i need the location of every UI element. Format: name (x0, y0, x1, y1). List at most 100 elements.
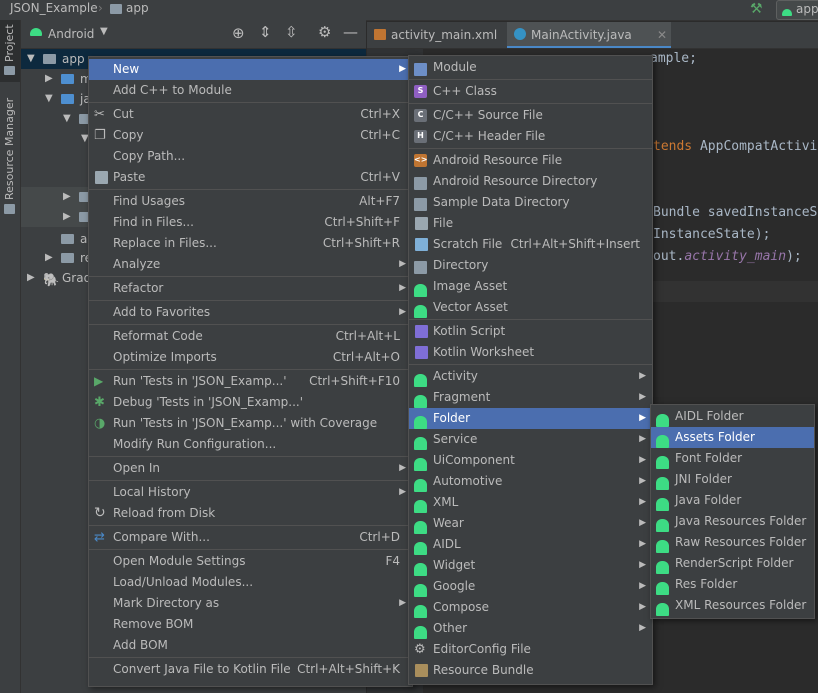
menu-item-reload-from-disk[interactable]: ↻ Reload from Disk (89, 503, 412, 524)
run-config-selector[interactable]: app (776, 0, 818, 20)
breadcrumb-project[interactable]: JSON_Example (10, 1, 98, 15)
gear-icon[interactable]: ⚙ (318, 23, 331, 41)
menu-separator (89, 324, 412, 325)
menu-item-debug-tests-in-json-examp[interactable]: ✱ Debug 'Tests in 'JSON_Examp...' (89, 392, 412, 413)
menu-item-xml[interactable]: XML ▶ (409, 492, 652, 513)
menu-item-directory[interactable]: Directory (409, 255, 652, 276)
menu-item-find-usages[interactable]: Find Usages Alt+F7 (89, 191, 412, 212)
menu-item-scratch-file[interactable]: Scratch File Ctrl+Alt+Shift+Insert (409, 234, 652, 255)
project-view-selector[interactable]: Android (48, 27, 94, 41)
menu-item-reformat-code[interactable]: Reformat Code Ctrl+Alt+L (89, 326, 412, 347)
menu-item-remove-bom[interactable]: Remove BOM (89, 614, 412, 635)
menu-item-widget[interactable]: Widget ▶ (409, 555, 652, 576)
menu-item-analyze[interactable]: Analyze ▶ (89, 254, 412, 275)
menu-item-renderscript-folder[interactable]: RenderScript Folder (651, 553, 814, 574)
menu-item-copy-path[interactable]: Copy Path... (89, 146, 412, 167)
menu-item-fragment[interactable]: Fragment ▶ (409, 387, 652, 408)
menu-item-add-to-favorites[interactable]: Add to Favorites ▶ (89, 302, 412, 323)
compare-icon: ⇄ (94, 530, 105, 545)
menu-item-xml-resources-folder[interactable]: XML Resources Folder (651, 595, 814, 616)
menu-item-compare-with[interactable]: ⇄ Compare With... Ctrl+D (89, 527, 412, 548)
submenu-arrow-icon: ▶ (639, 413, 646, 423)
menu-item-kotlin-script[interactable]: Kotlin Script (409, 321, 652, 342)
menu-item-editorconfig-file[interactable]: ⚙ EditorConfig File (409, 639, 652, 660)
chevron-down-icon[interactable]: ▼ (27, 49, 35, 69)
menu-item-mark-directory-as[interactable]: Mark Directory as ▶ (89, 593, 412, 614)
menu-item-modify-run-configuration[interactable]: Modify Run Configuration... (89, 434, 412, 455)
chevron-right-icon[interactable]: ▶ (45, 248, 53, 268)
menu-item-refactor[interactable]: Refactor ▶ (89, 278, 412, 299)
chevron-right-icon[interactable]: ▶ (63, 207, 71, 227)
menu-item-local-history[interactable]: Local History ▶ (89, 482, 412, 503)
menu-item-run-tests-in-json-examp[interactable]: ▶ Run 'Tests in 'JSON_Examp...' Ctrl+Shift… (89, 371, 412, 392)
hammer-icon[interactable]: ⚒ (750, 1, 763, 17)
menu-item-open-in[interactable]: Open In ▶ (89, 458, 412, 479)
menu-item-find-in-files[interactable]: Find in Files... Ctrl+Shift+F (89, 212, 412, 233)
chevron-down-icon[interactable]: ▼ (63, 109, 71, 129)
expand-all-icon[interactable]: ⇕ (259, 23, 272, 41)
close-icon[interactable]: ✕ (657, 22, 667, 48)
chevron-right-icon[interactable]: ▶ (63, 187, 71, 207)
chevron-right-icon[interactable]: ▶ (45, 69, 53, 89)
menu-item-optimize-imports[interactable]: Optimize Imports Ctrl+Alt+O (89, 347, 412, 368)
menu-item-other[interactable]: Other ▶ (409, 618, 652, 639)
menu-item-label: New (113, 62, 140, 76)
menu-item-add-bom[interactable]: Add BOM (89, 635, 412, 656)
menu-item-label: Remove BOM (113, 617, 194, 631)
menu-item-replace-in-files[interactable]: Replace in Files... Ctrl+Shift+R (89, 233, 412, 254)
menu-item-compose[interactable]: Compose ▶ (409, 597, 652, 618)
menu-item-android-resource-file[interactable]: <> Android Resource File (409, 150, 652, 171)
menu-item-paste[interactable]: Paste Ctrl+V (89, 167, 412, 188)
locate-icon[interactable]: ⊕ (232, 24, 245, 42)
menu-item-image-asset[interactable]: Image Asset (409, 276, 652, 297)
menu-item-c-c-source-file[interactable]: C C/C++ Source File (409, 105, 652, 126)
menu-item-raw-resources-folder[interactable]: Raw Resources Folder (651, 532, 814, 553)
menu-item-copy[interactable]: ❐ Copy Ctrl+C (89, 125, 412, 146)
chevron-down-icon[interactable]: ▼ (100, 26, 108, 37)
menu-item-c-c-header-file[interactable]: H C/C++ Header File (409, 126, 652, 147)
menu-item-java-resources-folder[interactable]: Java Resources Folder (651, 511, 814, 532)
menu-item-uicomponent[interactable]: UiComponent ▶ (409, 450, 652, 471)
menu-item-font-folder[interactable]: Font Folder (651, 448, 814, 469)
menu-item-kotlin-worksheet[interactable]: Kotlin Worksheet (409, 342, 652, 363)
breadcrumb-module[interactable]: app (126, 1, 149, 15)
submenu-arrow-icon: ▶ (639, 602, 646, 612)
menu-item-new[interactable]: New ▶ (89, 59, 412, 80)
menu-item-convert-java-file-to-kotlin-file[interactable]: Convert Java File to Kotlin File Ctrl+Alt… (89, 659, 412, 680)
menu-item-vector-asset[interactable]: Vector Asset (409, 297, 652, 318)
submenu-arrow-icon: ▶ (639, 476, 646, 486)
menu-item-file[interactable]: File (409, 213, 652, 234)
menu-item-load-unload-modules[interactable]: Load/Unload Modules... (89, 572, 412, 593)
menu-item-wear[interactable]: Wear ▶ (409, 513, 652, 534)
menu-item-android-resource-directory[interactable]: Android Resource Directory (409, 171, 652, 192)
menu-item-jni-folder[interactable]: JNI Folder (651, 469, 814, 490)
menu-item-cut[interactable]: ✂ Cut Ctrl+X (89, 104, 412, 125)
chevron-right-icon[interactable]: ▶ (27, 268, 35, 288)
menu-item-aidl[interactable]: AIDL ▶ (409, 534, 652, 555)
menu-item-assets-folder[interactable]: Assets Folder (651, 427, 814, 448)
menu-item-label: Android Resource File (433, 153, 563, 167)
menu-item-sample-data-directory[interactable]: Sample Data Directory (409, 192, 652, 213)
menu-item-google[interactable]: Google ▶ (409, 576, 652, 597)
collapse-all-icon[interactable]: ⇳ (285, 23, 298, 41)
minimize-icon[interactable]: — (343, 23, 358, 41)
menu-item-run-tests-in-json-examp-with-coverage[interactable]: ◑ Run 'Tests in 'JSON_Examp...' with Cove… (89, 413, 412, 434)
menu-separator (409, 319, 652, 320)
menu-item-label: UiComponent (433, 453, 515, 467)
menu-item-automotive[interactable]: Automotive ▶ (409, 471, 652, 492)
menu-item-folder[interactable]: Folder ▶ (409, 408, 652, 429)
project-tab[interactable]: Project (0, 20, 20, 82)
menu-item-java-folder[interactable]: Java Folder (651, 490, 814, 511)
menu-item-open-module-settings[interactable]: Open Module Settings F4 (89, 551, 412, 572)
menu-item-aidl-folder[interactable]: AIDL Folder (651, 406, 814, 427)
menu-item-activity[interactable]: Activity ▶ (409, 366, 652, 387)
resource-manager-tab[interactable]: Resource Manager (0, 98, 20, 220)
chevron-down-icon[interactable]: ▼ (45, 89, 53, 109)
menu-item-c-class[interactable]: S C++ Class (409, 81, 652, 102)
menu-item-module[interactable]: Module (409, 57, 652, 78)
tab-mainactivity-java[interactable]: MainActivity.java ✕ (507, 22, 671, 48)
menu-item-res-folder[interactable]: Res Folder (651, 574, 814, 595)
menu-item-resource-bundle[interactable]: Resource Bundle (409, 660, 652, 681)
menu-item-add-c-to-module[interactable]: Add C++ to Module (89, 80, 412, 101)
menu-item-service[interactable]: Service ▶ (409, 429, 652, 450)
